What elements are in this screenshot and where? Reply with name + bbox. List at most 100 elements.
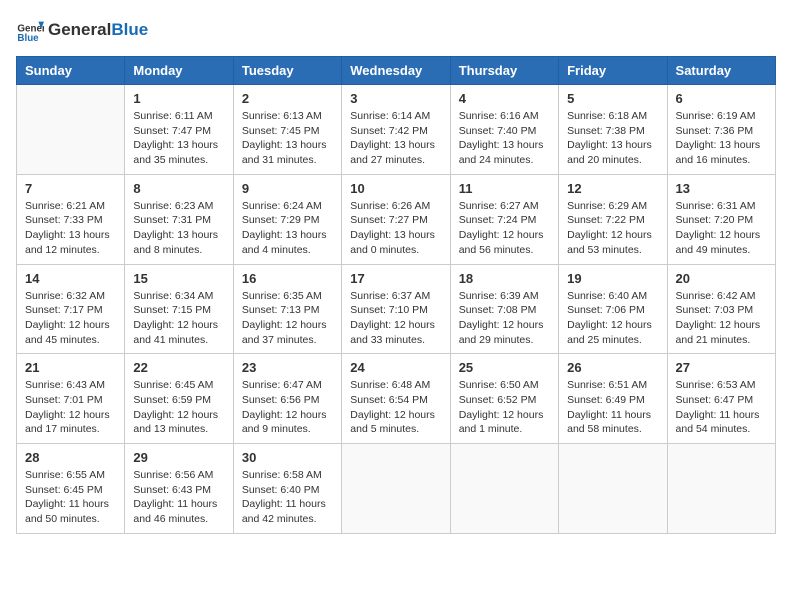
calendar-cell: 7Sunrise: 6:21 AMSunset: 7:33 PMDaylight…: [17, 174, 125, 264]
day-number: 11: [459, 181, 550, 196]
day-info: Sunrise: 6:42 AMSunset: 7:03 PMDaylight:…: [676, 289, 767, 348]
day-info: Sunrise: 6:14 AMSunset: 7:42 PMDaylight:…: [350, 109, 441, 168]
calendar-cell: 3Sunrise: 6:14 AMSunset: 7:42 PMDaylight…: [342, 85, 450, 175]
calendar-cell: 24 Sunrise: 6:48 AMSunset: 6:54 PMDayligh…: [342, 354, 450, 444]
day-number: 29: [133, 450, 224, 465]
day-number: 21: [25, 360, 116, 375]
day-number: 1: [133, 91, 224, 106]
day-number: 16: [242, 271, 333, 286]
calendar-cell: 6 Sunrise: 6:19 AMSunset: 7:36 PMDaylight…: [667, 85, 775, 175]
day-number: 13: [676, 181, 767, 196]
calendar-cell: 1 Sunrise: 6:11 AMSunset: 7:47 PMDaylight…: [125, 85, 233, 175]
day-number: 24: [350, 360, 441, 375]
day-info: Sunrise: 6:24 AMSunset: 7:29 PMDaylight:…: [242, 199, 333, 258]
calendar-cell: [559, 444, 667, 534]
day-number: 25: [459, 360, 550, 375]
calendar-cell: 13 Sunrise: 6:31 AMSunset: 7:20 PMDayligh…: [667, 174, 775, 264]
day-number: 12: [567, 181, 658, 196]
day-info: Sunrise: 6:23 AMSunset: 7:31 PMDaylight:…: [133, 199, 224, 258]
logo: General Blue GeneralBlue: [16, 16, 148, 44]
calendar-cell: 18 Sunrise: 6:39 AMSunset: 7:08 PMDayligh…: [450, 264, 558, 354]
day-number: 23: [242, 360, 333, 375]
calendar-cell: 19 Sunrise: 6:40 AMSunset: 7:06 PMDayligh…: [559, 264, 667, 354]
calendar-cell: 4 Sunrise: 6:16 AMSunset: 7:40 PMDaylight…: [450, 85, 558, 175]
weekday-header-friday: Friday: [559, 57, 667, 85]
day-info: Sunrise: 6:31 AMSunset: 7:20 PMDaylight:…: [676, 199, 767, 258]
calendar-cell: 17 Sunrise: 6:37 AMSunset: 7:10 PMDayligh…: [342, 264, 450, 354]
calendar-cell: 10 Sunrise: 6:26 AMSunset: 7:27 PMDayligh…: [342, 174, 450, 264]
day-info: Sunrise: 6:21 AMSunset: 7:33 PMDaylight:…: [25, 199, 116, 258]
day-info: Sunrise: 6:39 AMSunset: 7:08 PMDaylight:…: [459, 289, 550, 348]
day-number: 9: [242, 181, 333, 196]
day-info: Sunrise: 6:48 AMSunset: 6:54 PMDaylight:…: [350, 378, 441, 437]
day-number: 30: [242, 450, 333, 465]
weekday-header-saturday: Saturday: [667, 57, 775, 85]
weekday-header-sunday: Sunday: [17, 57, 125, 85]
calendar-cell: 29 Sunrise: 6:56 AMSunset: 6:43 PMDayligh…: [125, 444, 233, 534]
day-number: 22: [133, 360, 224, 375]
day-info: Sunrise: 6:51 AMSunset: 6:49 PMDaylight:…: [567, 378, 658, 437]
day-number: 17: [350, 271, 441, 286]
calendar-cell: 15 Sunrise: 6:34 AMSunset: 7:15 PMDayligh…: [125, 264, 233, 354]
day-number: 26: [567, 360, 658, 375]
calendar-cell: 11 Sunrise: 6:27 AMSunset: 7:24 PMDayligh…: [450, 174, 558, 264]
day-info: Sunrise: 6:37 AMSunset: 7:10 PMDaylight:…: [350, 289, 441, 348]
day-info: Sunrise: 6:29 AMSunset: 7:22 PMDaylight:…: [567, 199, 658, 258]
day-number: 27: [676, 360, 767, 375]
calendar-cell: 23 Sunrise: 6:47 AMSunset: 6:56 PMDayligh…: [233, 354, 341, 444]
day-info: Sunrise: 6:27 AMSunset: 7:24 PMDaylight:…: [459, 199, 550, 258]
day-number: 8: [133, 181, 224, 196]
day-number: 2: [242, 91, 333, 106]
calendar-cell: 28 Sunrise: 6:55 AMSunset: 6:45 PMDayligh…: [17, 444, 125, 534]
calendar-cell: 21 Sunrise: 6:43 AMSunset: 7:01 PMDayligh…: [17, 354, 125, 444]
day-info: Sunrise: 6:11 AMSunset: 7:47 PMDaylight:…: [133, 109, 224, 168]
day-number: 28: [25, 450, 116, 465]
calendar-cell: 8 Sunrise: 6:23 AMSunset: 7:31 PMDaylight…: [125, 174, 233, 264]
day-info: Sunrise: 6:13 AMSunset: 7:45 PMDaylight:…: [242, 109, 333, 168]
day-info: Sunrise: 6:43 AMSunset: 7:01 PMDaylight:…: [25, 378, 116, 437]
day-info: Sunrise: 6:26 AMSunset: 7:27 PMDaylight:…: [350, 199, 441, 258]
day-info: Sunrise: 6:45 AMSunset: 6:59 PMDaylight:…: [133, 378, 224, 437]
day-number: 19: [567, 271, 658, 286]
calendar-cell: 14 Sunrise: 6:32 AMSunset: 7:17 PMDayligh…: [17, 264, 125, 354]
weekday-header-tuesday: Tuesday: [233, 57, 341, 85]
day-number: 15: [133, 271, 224, 286]
day-info: Sunrise: 6:55 AMSunset: 6:45 PMDaylight:…: [25, 468, 116, 527]
weekday-header-monday: Monday: [125, 57, 233, 85]
day-number: 14: [25, 271, 116, 286]
day-info: Sunrise: 6:16 AMSunset: 7:40 PMDaylight:…: [459, 109, 550, 168]
calendar-cell: 27Sunrise: 6:53 AMSunset: 6:47 PMDayligh…: [667, 354, 775, 444]
calendar-cell: [667, 444, 775, 534]
day-number: 5: [567, 91, 658, 106]
day-info: Sunrise: 6:34 AMSunset: 7:15 PMDaylight:…: [133, 289, 224, 348]
calendar-cell: [450, 444, 558, 534]
day-info: Sunrise: 6:19 AMSunset: 7:36 PMDaylight:…: [676, 109, 767, 168]
day-info: Sunrise: 6:35 AMSunset: 7:13 PMDaylight:…: [242, 289, 333, 348]
calendar-cell: [342, 444, 450, 534]
logo-icon: General Blue: [16, 16, 44, 44]
day-info: Sunrise: 6:40 AMSunset: 7:06 PMDaylight:…: [567, 289, 658, 348]
weekday-header-wednesday: Wednesday: [342, 57, 450, 85]
day-info: Sunrise: 6:47 AMSunset: 6:56 PMDaylight:…: [242, 378, 333, 437]
logo-general: General: [48, 20, 111, 40]
day-info: Sunrise: 6:56 AMSunset: 6:43 PMDaylight:…: [133, 468, 224, 527]
calendar-cell: 30 Sunrise: 6:58 AMSunset: 6:40 PMDayligh…: [233, 444, 341, 534]
calendar-cell: 26 Sunrise: 6:51 AMSunset: 6:49 PMDayligh…: [559, 354, 667, 444]
day-number: 10: [350, 181, 441, 196]
logo-blue: Blue: [111, 20, 148, 40]
day-number: 6: [676, 91, 767, 106]
day-number: 20: [676, 271, 767, 286]
day-number: 4: [459, 91, 550, 106]
calendar-cell: 12 Sunrise: 6:29 AMSunset: 7:22 PMDayligh…: [559, 174, 667, 264]
calendar-cell: 16 Sunrise: 6:35 AMSunset: 7:13 PMDayligh…: [233, 264, 341, 354]
day-info: Sunrise: 6:32 AMSunset: 7:17 PMDaylight:…: [25, 289, 116, 348]
svg-text:Blue: Blue: [17, 33, 39, 44]
day-number: 18: [459, 271, 550, 286]
day-info: Sunrise: 6:58 AMSunset: 6:40 PMDaylight:…: [242, 468, 333, 527]
calendar-cell: 5Sunrise: 6:18 AMSunset: 7:38 PMDaylight…: [559, 85, 667, 175]
calendar-cell: [17, 85, 125, 175]
weekday-header-thursday: Thursday: [450, 57, 558, 85]
calendar-cell: 22 Sunrise: 6:45 AMSunset: 6:59 PMDayligh…: [125, 354, 233, 444]
calendar: SundayMondayTuesdayWednesdayThursdayFrid…: [16, 56, 776, 534]
calendar-cell: 9 Sunrise: 6:24 AMSunset: 7:29 PMDaylight…: [233, 174, 341, 264]
